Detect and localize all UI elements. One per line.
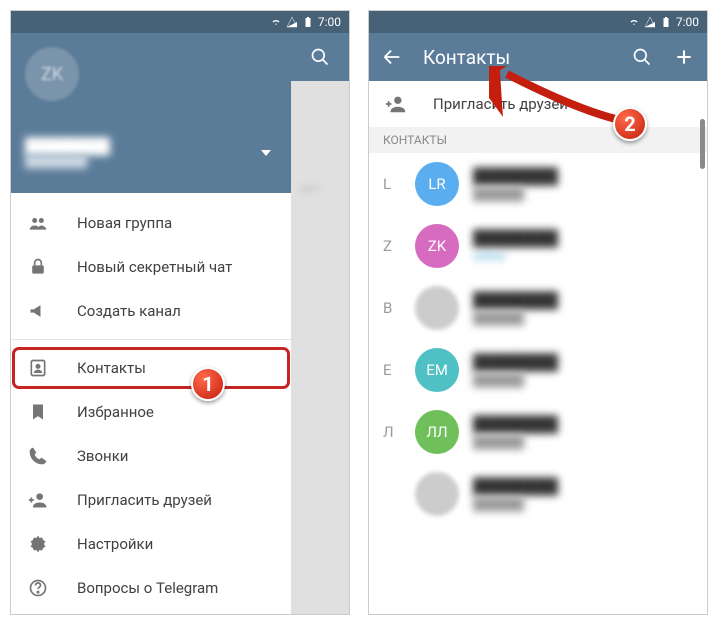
section-letter: E [383, 361, 401, 379]
contact-row[interactable]: ██████████████ [369, 463, 707, 525]
contact-row[interactable]: EЕМ██████████████ [369, 339, 707, 401]
menu-item-phone[interactable]: Звонки [11, 434, 291, 478]
callout-badge-1: 1 [191, 367, 225, 401]
contact-name: ████████ [473, 229, 693, 247]
contact-avatar: ЕМ [415, 348, 459, 392]
contact-name: ████████ [473, 167, 693, 185]
contact-row[interactable]: LLR██████████████ [369, 153, 707, 215]
wifi-icon [270, 16, 282, 28]
menu-item-add-person[interactable]: Пригласить друзей [11, 478, 291, 522]
search-icon[interactable] [310, 47, 330, 67]
contact-status: ██████ [473, 497, 693, 511]
drawer-menu: Новая группа Новый секретный чат Создать к… [11, 193, 291, 615]
menu-item-label: Вопросы о Telegram [77, 579, 218, 597]
bookmark-icon [27, 401, 49, 423]
wifi-icon [628, 16, 640, 28]
lock-icon [27, 256, 49, 278]
contact-name: ████████ [473, 477, 693, 495]
menu-item-contacts[interactable]: Контакты [11, 346, 291, 390]
screenshot-2-contacts: 7:00 Контакты Пригласить друзей КОНТАКТЫ… [368, 10, 708, 615]
contact-status: ██████ [473, 435, 693, 449]
phone-icon [27, 445, 49, 467]
contact-status: ██████ [473, 373, 693, 387]
contact-row[interactable]: Z ZK ████████ online [369, 215, 707, 277]
menu-item-bookmark[interactable]: Избранное [11, 390, 291, 434]
signal-icon [644, 16, 656, 28]
menu-item-gear[interactable]: Настройки [11, 522, 291, 566]
status-bar: 7:00 [11, 11, 349, 33]
menu-item-lock[interactable]: Новый секретный чат [11, 245, 291, 289]
megaphone-icon [27, 300, 49, 322]
add-person-icon [27, 489, 49, 511]
menu-item-label: Новая группа [77, 214, 172, 232]
contact-avatar: LR [415, 162, 459, 206]
menu-item-label: Новый секретный чат [77, 258, 232, 276]
menu-item-label: Создать канал [77, 302, 181, 320]
contact-status: ██████ [473, 311, 693, 325]
status-time: 7:00 [318, 15, 341, 29]
contact-name: ████████ [473, 353, 693, 371]
menu-item-label: Пригласить друзей [77, 491, 212, 509]
contact-status: ██████ [473, 187, 693, 201]
contact-row[interactable]: ЛЛЛ██████████████ [369, 401, 707, 463]
contacts-list: LLR██████████████ZZK████████onlineB█████… [369, 153, 707, 525]
menu-item-label: Контакты [77, 359, 146, 377]
back-icon[interactable] [381, 46, 403, 68]
status-bar: 7:00 [369, 11, 707, 33]
contact-name: ████████ [473, 291, 693, 309]
menu-item-group[interactable]: Новая группа [11, 201, 291, 245]
section-letter: L [383, 175, 401, 193]
callout-badge-2: 2 [613, 107, 647, 141]
help-icon [27, 577, 49, 599]
contact-name: ████████ [473, 415, 693, 433]
scrollbar[interactable] [700, 119, 705, 169]
section-letter: Л [383, 423, 401, 441]
battery-icon [302, 16, 314, 28]
section-letter: B [383, 299, 401, 317]
group-icon [27, 212, 49, 234]
contact-row[interactable]: B██████████████ [369, 277, 707, 339]
drawer-header: ZK ████████ ████████ [11, 33, 291, 193]
menu-item-help[interactable]: Вопросы о Telegram [11, 566, 291, 610]
add-person-icon [385, 93, 407, 115]
screenshot-1-drawer: 7:00 ZK ████████ ████████ Новая группаНо… [10, 10, 350, 615]
gear-icon [27, 533, 49, 555]
search-icon[interactable] [631, 46, 653, 68]
battery-icon [660, 16, 672, 28]
section-letter: Z [383, 237, 401, 255]
menu-item-label: Звонки [77, 447, 128, 465]
contact-avatar: ЛЛ [415, 410, 459, 454]
user-avatar[interactable]: ZK [25, 47, 79, 101]
menu-item-label: Избранное [77, 403, 154, 421]
contact-avatar: ZK [415, 224, 459, 268]
contact-avatar [415, 286, 459, 330]
menu-item-label: Настройки [77, 535, 153, 553]
add-icon[interactable] [673, 46, 695, 68]
contacts-icon [27, 357, 49, 379]
contact-avatar [415, 472, 459, 516]
signal-icon [286, 16, 298, 28]
status-time: 7:00 [676, 15, 699, 29]
contact-status: online [473, 249, 693, 263]
user-phone: ████████ [25, 155, 110, 168]
background-chat-area: om [291, 33, 349, 615]
menu-item-megaphone[interactable]: Создать канал [11, 289, 291, 333]
user-name: ████████ [25, 137, 110, 155]
chevron-down-icon[interactable] [261, 150, 271, 156]
